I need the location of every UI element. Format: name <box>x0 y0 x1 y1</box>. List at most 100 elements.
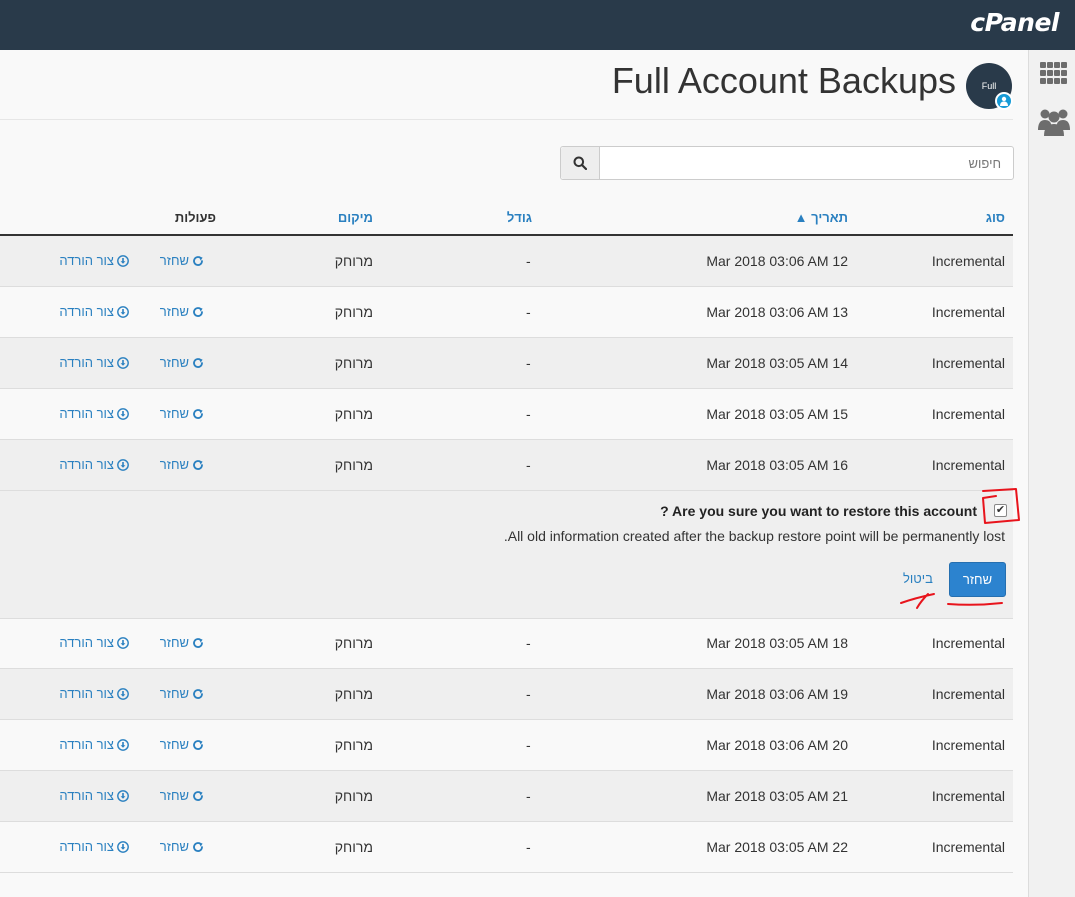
restore-label: שחזר <box>159 635 189 650</box>
cell-size: - <box>526 457 531 473</box>
col-header-location[interactable]: מיקום <box>338 210 373 225</box>
cpanel-logo[interactable]: cPanel <box>970 8 1059 37</box>
cell-date: Mar 2018 03:05 AM 18 <box>706 635 848 651</box>
cell-size: - <box>526 406 531 422</box>
cell-type: Incremental <box>931 355 1005 371</box>
grid-icon[interactable] <box>1040 62 1068 84</box>
download-circle-icon <box>117 306 129 318</box>
download-circle-icon <box>117 357 129 369</box>
restore-link[interactable]: שחזר <box>160 839 204 854</box>
download-link[interactable]: צור הורדה <box>59 253 129 268</box>
download-label: צור הורדה <box>59 253 114 268</box>
confirm-checkbox[interactable]: ✔ <box>994 504 1007 517</box>
restore-link[interactable]: שחזר <box>160 406 204 421</box>
restore-label: שחזר <box>159 737 189 752</box>
search-icon <box>573 156 587 170</box>
table-row: Incremental Mar 2018 03:06 AM 20 - מרוחק שחז… <box>0 720 1013 771</box>
restore-label: שחזר <box>159 406 189 421</box>
refresh-icon <box>193 307 203 317</box>
download-label: צור הורדה <box>59 355 114 370</box>
right-sidebar <box>1028 50 1075 897</box>
restore-link[interactable]: שחזר <box>160 635 204 650</box>
download-link[interactable]: צור הורדה <box>59 457 129 472</box>
restore-label: שחזר <box>159 253 189 268</box>
cell-location: מרוחק <box>334 737 373 753</box>
cell-location: מרוחק <box>334 457 373 473</box>
cell-type: Incremental <box>931 737 1005 753</box>
cell-date: Mar 2018 03:05 AM 21 <box>706 788 848 804</box>
cell-type: Incremental <box>931 457 1005 473</box>
cell-type: Incremental <box>931 635 1005 651</box>
restore-link[interactable]: שחזר <box>160 686 204 701</box>
download-circle-icon <box>117 790 129 802</box>
restore-link[interactable]: שחזר <box>160 788 204 803</box>
cell-date: Mar 2018 03:06 AM 12 <box>706 253 848 269</box>
search-input[interactable] <box>601 147 1013 179</box>
cell-size: - <box>526 304 531 320</box>
cell-size: - <box>526 355 531 371</box>
col-header-date[interactable]: תאריך ▲ <box>795 210 848 225</box>
top-bar: cPanel <box>0 0 1075 50</box>
cell-location: מרוחק <box>334 253 373 269</box>
download-link[interactable]: צור הורדה <box>59 788 129 803</box>
col-header-type[interactable]: סוג <box>986 210 1005 225</box>
download-label: צור הורדה <box>59 788 114 803</box>
refresh-icon <box>193 842 203 852</box>
download-link[interactable]: צור הורדה <box>59 635 129 650</box>
cell-location: מרוחק <box>334 635 373 651</box>
table-row: Incremental Mar 2018 03:06 AM 12 - מרוחק שחז… <box>0 236 1013 287</box>
table-row: Incremental Mar 2018 03:05 AM 21 - מרוחק שחז… <box>0 771 1013 822</box>
cancel-link[interactable]: ביטול <box>903 571 933 586</box>
restore-link[interactable]: שחזר <box>160 457 204 472</box>
cell-size: - <box>526 788 531 804</box>
download-link[interactable]: צור הורדה <box>59 304 129 319</box>
download-link[interactable]: צור הורדה <box>59 839 129 854</box>
cell-type: Incremental <box>931 686 1005 702</box>
cell-type: Incremental <box>931 839 1005 855</box>
download-circle-icon <box>117 739 129 751</box>
download-link[interactable]: צור הורדה <box>59 737 129 752</box>
download-link[interactable]: צור הורדה <box>59 686 129 701</box>
table-row: Incremental Mar 2018 03:05 AM 15 - מרוחק שחז… <box>0 389 1013 440</box>
download-circle-icon <box>117 408 129 420</box>
restore-link[interactable]: שחזר <box>160 737 204 752</box>
header-divider <box>0 119 1013 120</box>
download-label: צור הורדה <box>59 406 114 421</box>
restore-link[interactable]: שחזר <box>160 304 204 319</box>
restore-link[interactable]: שחזר <box>160 253 204 268</box>
refresh-icon <box>193 460 203 470</box>
restore-label: שחזר <box>159 686 189 701</box>
refresh-icon <box>193 740 203 750</box>
cell-location: מרוחק <box>334 406 373 422</box>
cell-location: מרוחק <box>334 839 373 855</box>
cell-date: Mar 2018 03:06 AM 20 <box>706 737 848 753</box>
table-row: Incremental Mar 2018 03:05 AM 18 - מרוחק שחז… <box>0 618 1013 669</box>
cell-date: Mar 2018 03:06 AM 19 <box>706 686 848 702</box>
col-header-actions: פעולות <box>174 210 216 225</box>
cell-type: Incremental <box>931 304 1005 320</box>
confirm-question: ? Are you sure you want to restore this … <box>660 503 977 519</box>
confirm-restore-button[interactable]: שחזר <box>949 562 1006 597</box>
search-button[interactable] <box>561 147 600 179</box>
restore-link[interactable]: שחזר <box>160 355 204 370</box>
download-link[interactable]: צור הורדה <box>59 355 129 370</box>
cell-size: - <box>526 839 531 855</box>
table-header: סוג תאריך ▲ גודל מיקום פעולות <box>0 200 1013 236</box>
cell-location: מרוחק <box>334 686 373 702</box>
refresh-icon <box>193 409 203 419</box>
restore-label: שחזר <box>159 839 189 854</box>
cell-size: - <box>526 686 531 702</box>
download-label: צור הורדה <box>59 737 114 752</box>
cell-date: Mar 2018 03:05 AM 16 <box>706 457 848 473</box>
table-row: Incremental Mar 2018 03:06 AM 13 - מרוחק שחז… <box>0 287 1013 338</box>
refresh-icon <box>193 791 203 801</box>
download-label: צור הורדה <box>59 635 114 650</box>
users-icon[interactable] <box>1038 106 1070 136</box>
download-label: צור הורדה <box>59 457 114 472</box>
download-link[interactable]: צור הורדה <box>59 406 129 421</box>
search-box <box>560 146 1014 180</box>
download-circle-icon <box>117 841 129 853</box>
restore-label: שחזר <box>159 788 189 803</box>
col-header-size[interactable]: גודל <box>507 210 532 225</box>
restore-label: שחזר <box>159 355 189 370</box>
